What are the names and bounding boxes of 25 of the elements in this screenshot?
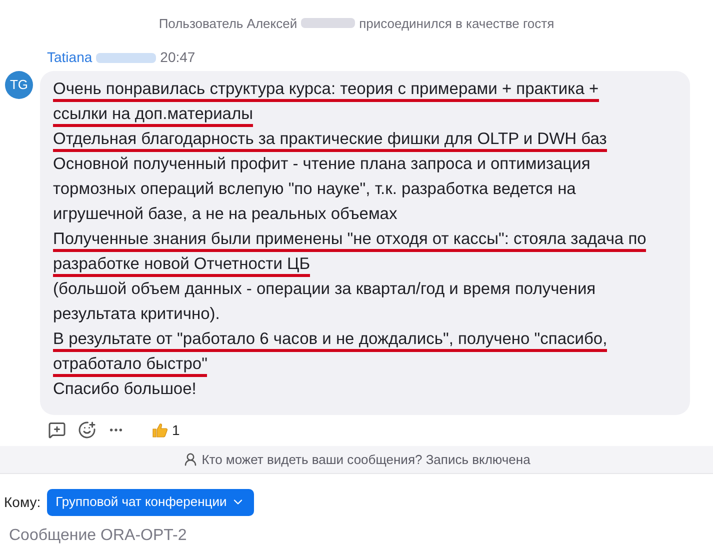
- message-line: Основной полученный профит - чтение плана запроса и оптимизация: [53, 154, 590, 174]
- message-time: 20:47: [160, 48, 196, 67]
- avatar[interactable]: TG: [5, 70, 33, 98]
- message-line: разработке новой Отчетности ЦБ: [53, 254, 310, 276]
- message-input[interactable]: Сообщение ORA-OPT-2: [9, 524, 699, 548]
- message-line: (большой объем данных - операции за квартал/год и время получения: [53, 278, 596, 300]
- message-line: Полученные знания были применены "не отходя от кассы": стояла задача по: [53, 228, 646, 252]
- message-line: отработало быстро": [53, 354, 208, 376]
- thumbs-up-icon: [152, 422, 168, 438]
- message-line: игрушечной базе, а не на реальных объемах: [53, 204, 398, 224]
- to-label: Кому:: [4, 492, 41, 512]
- message-line: Спасибо большое!: [53, 378, 196, 400]
- recipient-dropdown[interactable]: Групповой чат конференции: [46, 488, 254, 516]
- message-line: результата критично).: [53, 304, 220, 324]
- message-line: тормозных операций вслепую "по науке", т.к. разработка ведется на: [53, 178, 576, 200]
- system-message: Пользователь Алексей: [158, 14, 298, 32]
- message-line: В результате от "работало 6 часов и не дождались", получено "спасибо,: [53, 328, 608, 352]
- message-line: Очень понравилась структура курса: теория с примерами + практика +: [53, 78, 599, 102]
- message-line: Отдельная благодарность за практические фишки для OLTP и DWH баз: [53, 128, 607, 152]
- sender-name[interactable]: Tatiana: [47, 47, 92, 68]
- reply-icon[interactable]: [48, 421, 66, 440]
- thumbs-up-reaction[interactable]: 1: [152, 420, 180, 441]
- add-reaction-icon[interactable]: [78, 421, 96, 440]
- message-line: ссылки на доп.материалы: [53, 104, 253, 126]
- system-message: присоединился в качестве гостя: [359, 14, 554, 33]
